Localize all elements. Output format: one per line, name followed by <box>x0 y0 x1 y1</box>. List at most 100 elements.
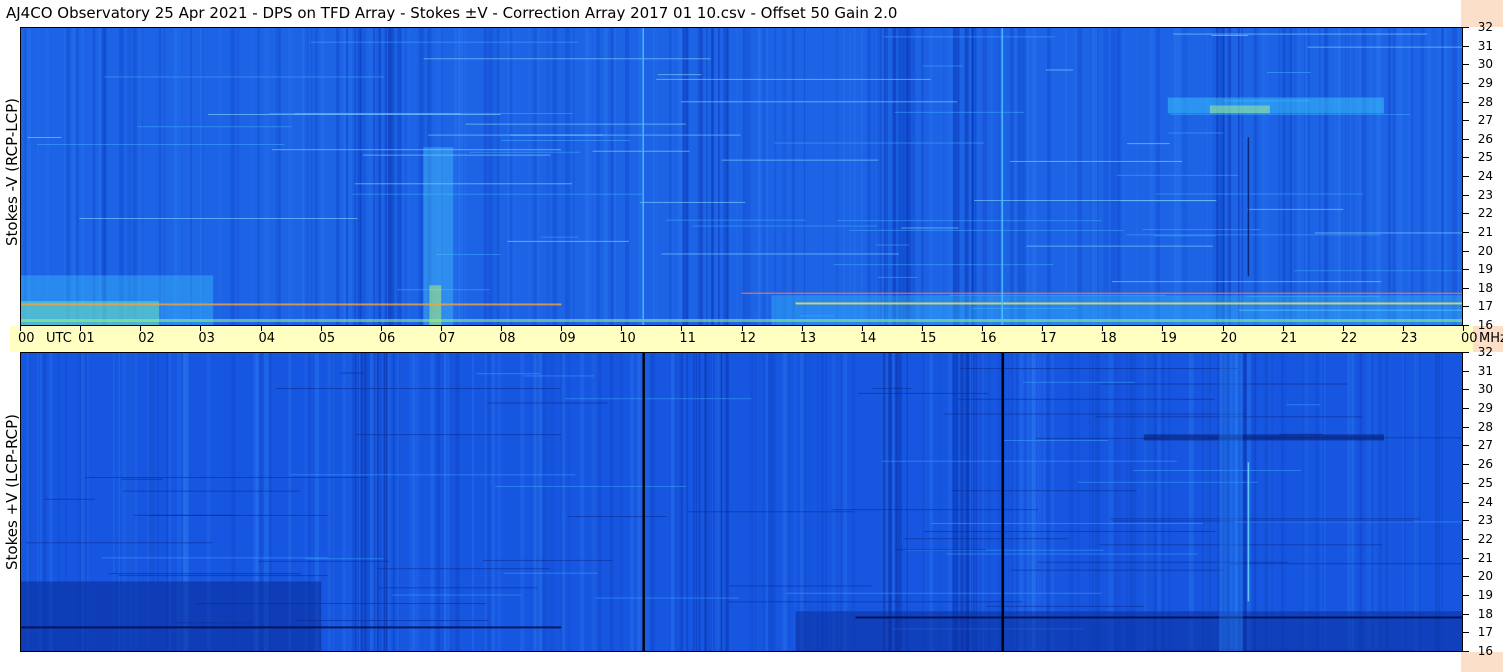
spectrogram-line <box>894 111 1025 113</box>
spectrogram-column <box>373 28 375 325</box>
spectrogram-column <box>765 353 769 651</box>
spectrogram-column <box>1439 28 1442 325</box>
spectrogram-column <box>1348 353 1353 651</box>
spectrogram-column <box>891 353 893 651</box>
spectrogram-column <box>314 28 318 325</box>
spectrogram-column <box>1013 28 1017 325</box>
spectrogram-column <box>1023 28 1025 325</box>
spectrogram-line <box>1173 33 1428 35</box>
freq-tick-mark <box>1463 269 1469 271</box>
spectrogram-column <box>898 353 900 651</box>
time-tick-label: 04 <box>258 331 276 346</box>
time-tick-label: 16 <box>980 331 997 346</box>
spectrogram-line <box>1229 563 1462 565</box>
freq-tick-mark <box>1463 138 1469 140</box>
spectrogram-column <box>727 28 729 325</box>
spectrogram-column <box>871 28 874 325</box>
spectrogram-line <box>26 542 213 544</box>
spectrogram-line <box>352 193 644 195</box>
spectrogram-column <box>398 353 401 651</box>
spectrogram-line <box>903 538 1068 540</box>
spectrogram-line <box>1126 234 1381 236</box>
spectrogram-column <box>685 28 687 325</box>
spectrogram-column <box>646 353 651 651</box>
freq-tick-mark <box>1463 101 1469 103</box>
spectrogram-column <box>1441 28 1444 325</box>
spectrogram-line <box>656 78 931 80</box>
spectrogram-column <box>1420 28 1425 325</box>
y-axis-label-bottom: Stokes +V (LCP-RCP) <box>3 414 21 570</box>
spectrogram-line <box>268 112 573 114</box>
spectrogram-column <box>883 353 886 651</box>
freq-tick-label: 23 <box>1477 513 1493 528</box>
spectrogram-line <box>495 485 687 487</box>
spectrogram-column <box>893 28 895 325</box>
spectrogram-line <box>986 605 1144 607</box>
spectrogram-line <box>296 620 489 622</box>
spectrogram-line <box>1234 521 1462 523</box>
freq-tick-mark <box>1463 482 1469 484</box>
freq-tick-label: 22 <box>1477 206 1493 221</box>
freq-tick-label: 16 <box>1477 644 1493 658</box>
freq-tick-label: 20 <box>1477 243 1493 258</box>
spectrogram-line <box>1116 174 1239 176</box>
spectrogram-column <box>924 28 929 325</box>
spectrogram-line <box>510 134 604 136</box>
spectrogram-column <box>990 28 993 325</box>
spectrogram-column <box>1219 28 1221 325</box>
spectrogram-column <box>287 28 293 325</box>
freq-tick-label: 21 <box>1477 224 1493 239</box>
freq-tick-mark <box>1463 64 1469 66</box>
spectrogram-column <box>787 28 790 325</box>
spectrogram-column <box>803 353 807 651</box>
spectrogram-column <box>1238 28 1240 325</box>
freq-tick-mark <box>1463 464 1469 466</box>
spectrogram-column <box>705 353 707 651</box>
spectrogram-column <box>909 28 911 325</box>
spectrogram-marker <box>1001 353 1004 651</box>
freq-tick-mark <box>1463 352 1469 353</box>
freq-tick-mark <box>1463 250 1469 252</box>
spectrogram-line <box>1294 270 1462 272</box>
spectrogram-line <box>833 264 1054 266</box>
spectrogram-column <box>1111 28 1116 325</box>
time-tick-label: 01 <box>78 331 95 346</box>
spectrogram-line <box>118 575 328 577</box>
spectrogram-column <box>742 28 747 325</box>
spectrogram-column <box>610 353 614 651</box>
spectrogram-column <box>749 353 754 651</box>
spectrogram-column <box>974 28 977 325</box>
spectrogram-column <box>274 28 277 325</box>
spectrogram-column <box>736 28 738 325</box>
freq-tick-label: 19 <box>1477 262 1493 277</box>
spectrogram-column <box>404 28 408 325</box>
spectrogram-column <box>1392 28 1396 325</box>
spectrogram-column <box>218 28 222 325</box>
freq-tick-label: 24 <box>1477 494 1493 509</box>
spectrogram-column <box>310 28 313 325</box>
spectrogram-column <box>1241 28 1244 325</box>
freq-tick-label: 27 <box>1477 113 1493 128</box>
time-tick-label: 06 <box>378 331 396 346</box>
spectrogram-line <box>640 201 746 203</box>
freq-tick-mark <box>1463 27 1469 28</box>
spectrogram-column <box>831 353 837 651</box>
spectrogram-column <box>538 28 540 325</box>
spectrogram-column <box>939 353 941 651</box>
time-tick-label: 18 <box>1100 331 1117 346</box>
spectrogram-column <box>849 28 851 325</box>
spectrogram-column <box>930 28 933 325</box>
spectrogram-line <box>1045 69 1074 71</box>
spectrogram-column <box>1457 28 1460 325</box>
spectrogram-column <box>975 353 977 651</box>
spectrogram-column <box>910 28 916 325</box>
spectrogram-column <box>967 353 969 651</box>
spectrogram-column <box>368 28 372 325</box>
spectrogram-column <box>860 28 863 325</box>
spectrogram-line <box>661 253 899 255</box>
spectrogram-column <box>396 353 399 651</box>
spectrogram-column <box>884 28 887 325</box>
spectrogram-column <box>1443 28 1448 325</box>
spectrogram-column <box>544 353 548 651</box>
spectrogram-column <box>741 28 743 325</box>
